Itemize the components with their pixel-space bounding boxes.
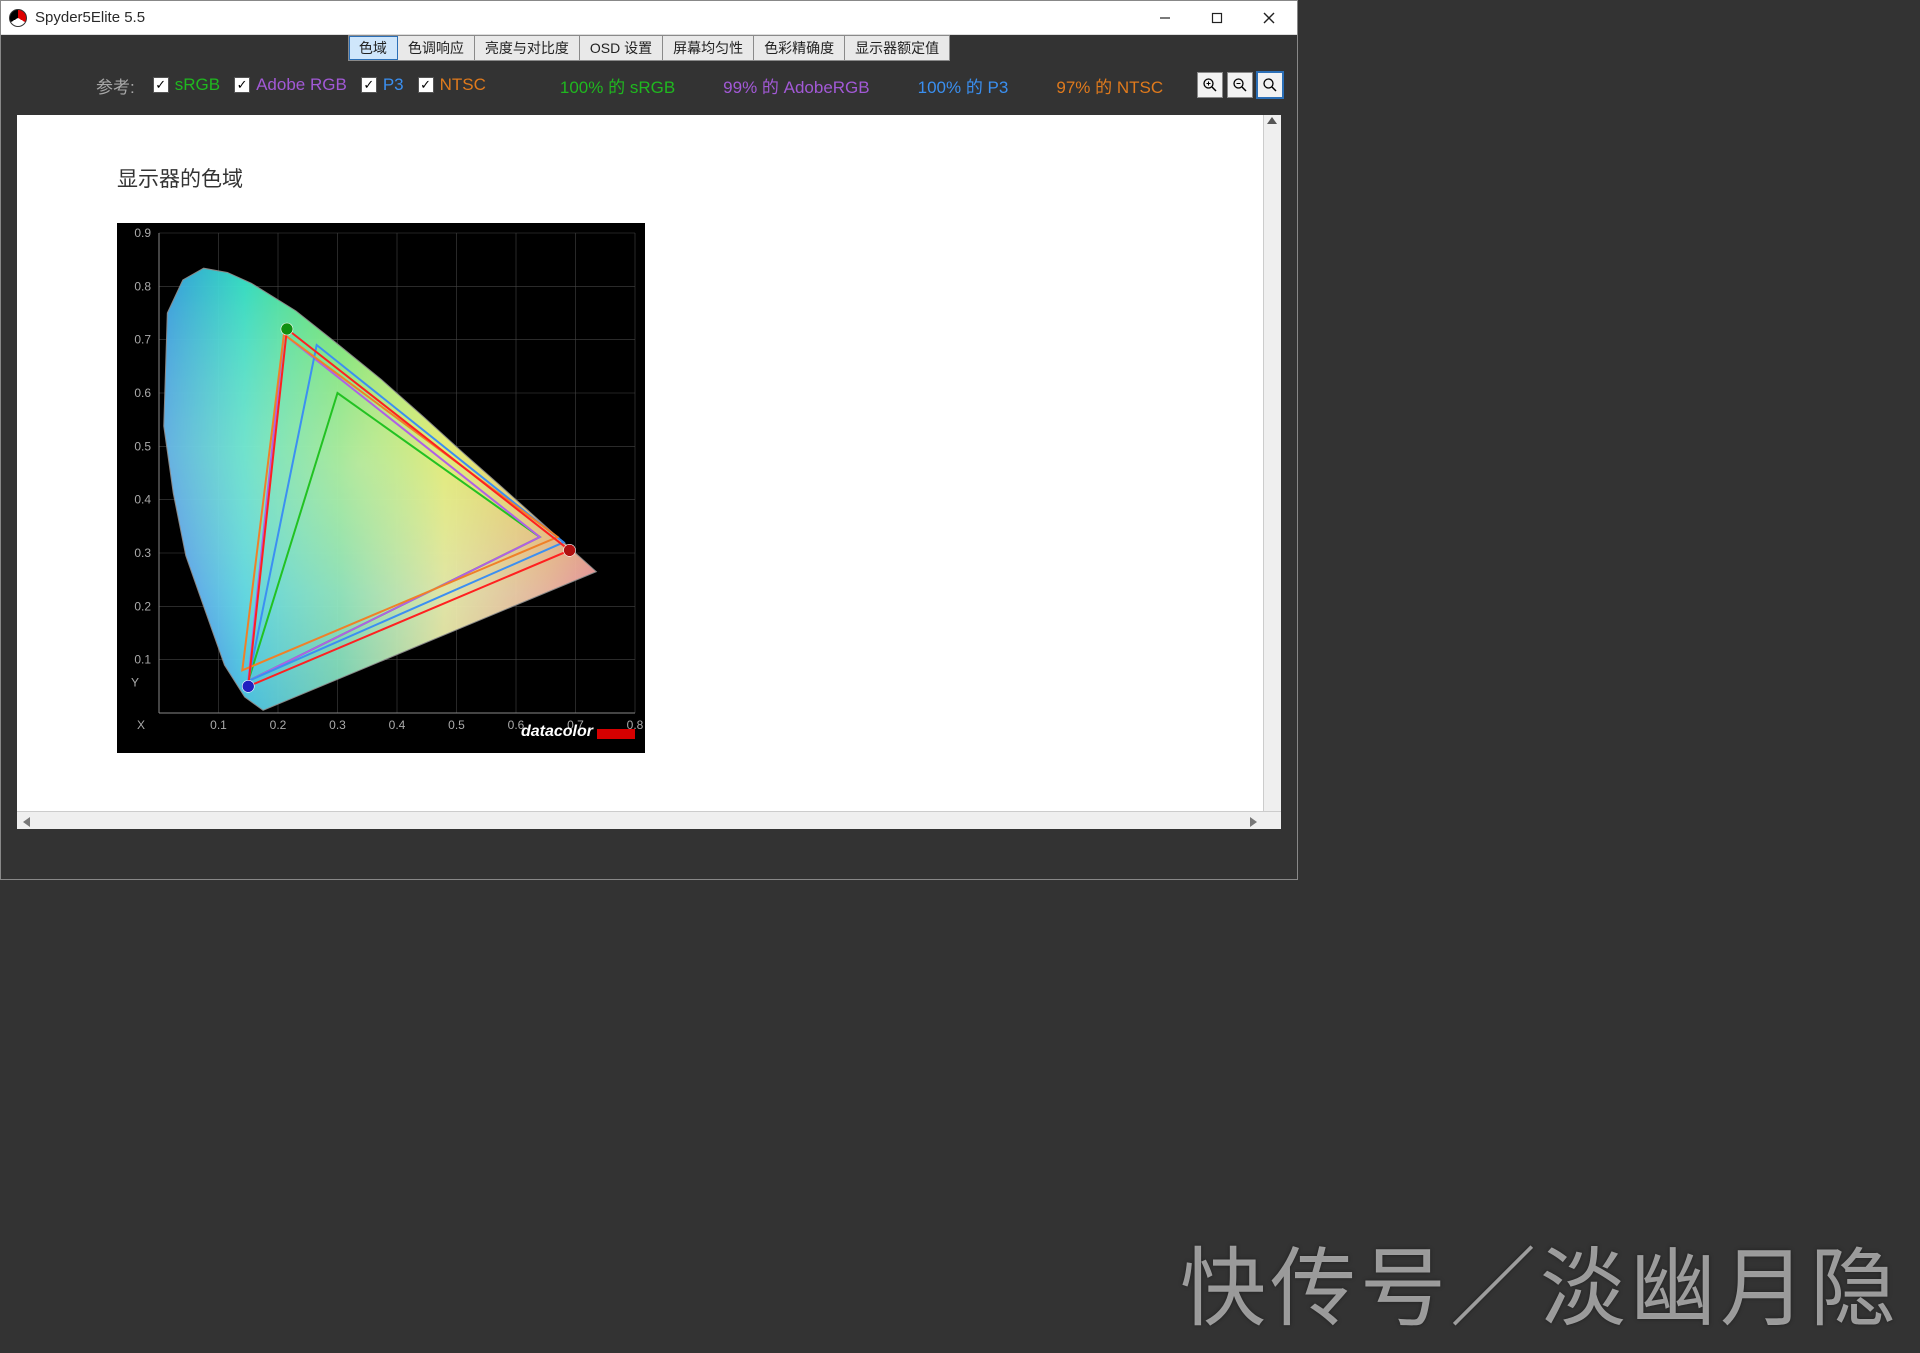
- content-area: 显示器的色域: [17, 115, 1281, 829]
- tab-monitor-rating[interactable]: 显示器额定值: [845, 36, 949, 60]
- cie-chart: 0.1 0.2 0.3 0.4 0.5 0.6 0.7 0.8 0.1 0.2 0.3 0.4 0.5 0…: [117, 223, 645, 753]
- tab-brightness-contrast[interactable]: 亮度与对比度: [475, 36, 580, 60]
- svg-text:0.3: 0.3: [329, 718, 346, 732]
- zoom-out-button[interactable]: [1227, 72, 1253, 98]
- scroll-up-icon: [1267, 117, 1277, 124]
- zoom-in-button[interactable]: [1197, 72, 1223, 98]
- svg-text:0.4: 0.4: [134, 493, 151, 507]
- legend-srgb: sRGB: [175, 75, 220, 95]
- svg-text:0.2: 0.2: [134, 599, 151, 613]
- window-minimize-button[interactable]: [1139, 1, 1191, 35]
- tab-uniformity[interactable]: 屏幕均匀性: [663, 36, 754, 60]
- legend-adobe: Adobe RGB: [256, 75, 347, 95]
- coverage-srgb: 100% 的 sRGB: [560, 73, 675, 98]
- svg-text:0.8: 0.8: [134, 279, 151, 293]
- horizontal-scrollbar[interactable]: [17, 811, 1281, 829]
- coverage-p3: 100% 的 P3: [918, 73, 1009, 98]
- watermark-text: 快传号／淡幽月隐: [1180, 1218, 1900, 1343]
- svg-text:0.5: 0.5: [448, 718, 465, 732]
- tab-bar: 色域 色调响应 亮度与对比度 OSD 设置 屏幕均匀性 色彩精确度 显示器额定值: [1, 35, 1297, 61]
- svg-text:0.7: 0.7: [134, 333, 151, 347]
- reference-bar: 参考: ✓ sRGB ✓ Adobe RGB ✓ P3 ✓ NTSC 100% …: [1, 61, 1297, 109]
- tab-gamut[interactable]: 色域: [349, 36, 398, 60]
- checkbox-adobe[interactable]: ✓: [234, 77, 250, 93]
- window-maximize-button[interactable]: [1191, 1, 1243, 35]
- zoom-reset-button[interactable]: [1257, 72, 1283, 98]
- coverage-adobe: 99% 的 AdobeRGB: [723, 73, 869, 98]
- tab-tone-response[interactable]: 色调响应: [398, 36, 475, 60]
- svg-text:X: X: [137, 718, 145, 732]
- svg-text:0.3: 0.3: [134, 546, 151, 560]
- brand-bar-icon: [597, 729, 635, 739]
- app-logo-icon: [9, 9, 27, 27]
- brand-logo: datacolor: [521, 723, 593, 741]
- checkbox-srgb[interactable]: ✓: [153, 77, 169, 93]
- svg-text:0.9: 0.9: [134, 226, 151, 240]
- svg-text:0.1: 0.1: [134, 653, 151, 667]
- scroll-left-icon: [23, 817, 30, 827]
- svg-text:0.4: 0.4: [389, 718, 406, 732]
- legend-p3: P3: [383, 75, 404, 95]
- svg-text:0.2: 0.2: [270, 718, 287, 732]
- app-window: Spyder5Elite 5.5 色域 色调响应 亮度与对比度 OSD 设置 屏…: [0, 0, 1298, 880]
- app-title: Spyder5Elite 5.5: [35, 9, 145, 26]
- titlebar: Spyder5Elite 5.5: [1, 1, 1297, 35]
- tab-color-accuracy[interactable]: 色彩精确度: [754, 36, 845, 60]
- legend-ntsc: NTSC: [440, 75, 486, 95]
- scroll-right-icon: [1250, 817, 1257, 827]
- tab-osd-settings[interactable]: OSD 设置: [580, 36, 663, 60]
- reference-label: 参考:: [96, 73, 135, 98]
- svg-text:0.1: 0.1: [210, 718, 227, 732]
- coverage-ntsc: 97% 的 NTSC: [1056, 73, 1163, 98]
- vertical-scrollbar[interactable]: [1263, 115, 1281, 811]
- chart-title: 显示器的色域: [117, 163, 243, 193]
- svg-text:0.5: 0.5: [134, 439, 151, 453]
- svg-text:0.6: 0.6: [134, 386, 151, 400]
- window-close-button[interactable]: [1243, 1, 1295, 35]
- checkbox-p3[interactable]: ✓: [361, 77, 377, 93]
- checkbox-ntsc[interactable]: ✓: [418, 77, 434, 93]
- svg-text:Y: Y: [131, 675, 139, 689]
